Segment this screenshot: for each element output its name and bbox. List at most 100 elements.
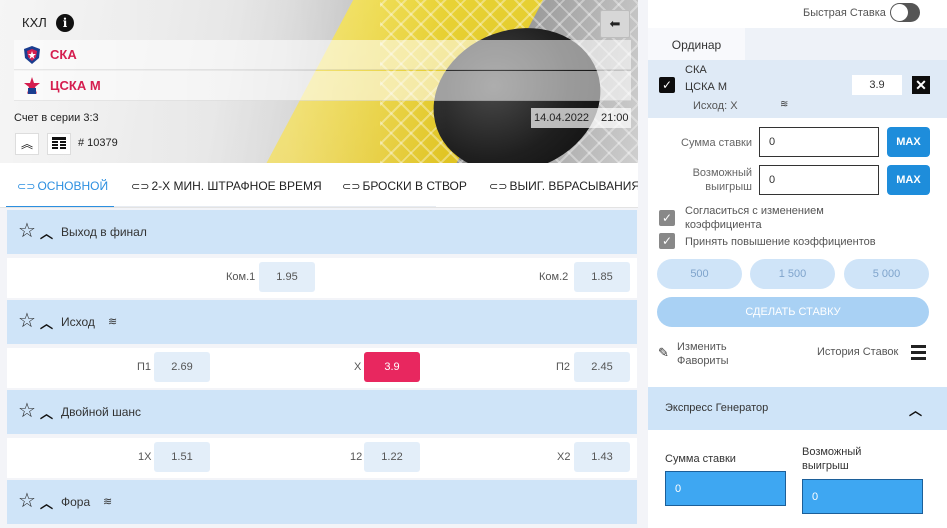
express-win-label: Возможный выигрыш xyxy=(802,446,862,472)
odd-label: Ком.2 xyxy=(539,271,569,283)
quick-bet-toggle[interactable] xyxy=(890,3,920,22)
link-icon: ⊂⊃ xyxy=(17,180,36,193)
stake-chip[interactable]: 1 500 xyxy=(750,259,835,289)
chevron-up-icon[interactable]: ︿ xyxy=(40,403,53,422)
slip-tabs: Ординар xyxy=(648,28,947,60)
max-stake-button[interactable]: MAX xyxy=(887,127,930,157)
quick-bet-label: Быстрая Ставка xyxy=(803,7,886,19)
stats-button[interactable] xyxy=(47,133,71,155)
odd-button[interactable]: 1.95 xyxy=(259,262,315,292)
bet-history-link[interactable]: История Ставок xyxy=(817,346,898,358)
stake-chip[interactable]: 5 000 xyxy=(844,259,929,289)
series-score: Счет в серии 3:3 xyxy=(14,112,99,124)
cska-logo-icon xyxy=(24,77,40,94)
accept-increase-label: Принять повышение коэффициентов xyxy=(685,236,876,248)
star-icon[interactable]: ☆ xyxy=(18,310,36,332)
odd-button[interactable]: 2.69 xyxy=(154,352,210,382)
double-chevron-up-icon: ︽ xyxy=(20,137,33,151)
tabs-scrollbar[interactable] xyxy=(6,206,436,207)
stake-label: Сумма ставки xyxy=(681,137,752,149)
market-tabs: ⊂⊃ ОСНОВНОЙ ⊂⊃ 2-Х МИН. ШТРАФНОЕ ВРЕМЯ ⊂⊃ Б… xyxy=(0,163,638,208)
market-title: Фора xyxy=(61,495,91,509)
remove-bet-button[interactable]: ✕ xyxy=(912,76,930,94)
place-bet-button[interactable]: СДЕЛАТЬ СТАВКУ xyxy=(657,297,929,327)
market-title: Выход в финал xyxy=(61,225,147,239)
toggle-knob xyxy=(891,4,908,21)
edit-favorites-link[interactable]: Изменить Фавориты xyxy=(677,340,729,368)
express-generator-header[interactable]: Экспресс Генератор ︿ xyxy=(648,387,947,430)
market-odds: П1 2.69 Х 3.9 П2 2.45 xyxy=(7,348,637,388)
agree-change-checkbox[interactable]: ✓ xyxy=(659,210,675,226)
chevron-up-icon[interactable]: ︿ xyxy=(40,223,53,242)
tab-penalty-time[interactable]: ⊂⊃ 2-Х МИН. ШТРАФНОЕ ВРЕМЯ xyxy=(131,179,322,193)
accept-increase-checkbox[interactable]: ✓ xyxy=(659,233,675,249)
tab-single[interactable]: Ординар xyxy=(648,28,745,60)
info-icon[interactable]: i xyxy=(56,14,74,32)
tab-main[interactable]: ⊂⊃ ОСНОВНОЙ xyxy=(17,179,108,193)
odd-button[interactable]: 1.22 xyxy=(364,442,420,472)
link-icon: ⊂⊃ xyxy=(342,180,361,193)
cashout-icon: ≋ xyxy=(108,316,118,328)
match-panel: КХЛ i ⬅ СКА ЦСКА М Счет в серии 3:3 14.0… xyxy=(0,0,638,528)
odd-button[interactable]: 1.85 xyxy=(574,262,630,292)
chevron-up-icon[interactable]: ︿ xyxy=(40,313,53,332)
max-win-button[interactable]: MAX xyxy=(887,165,930,195)
odd-button-selected[interactable]: 3.9 xyxy=(364,352,420,382)
odd-button[interactable]: 2.45 xyxy=(574,352,630,382)
arrow-left-icon: ⬅ xyxy=(609,16,621,31)
agree-change-label: Согласиться с изменением коэффициента xyxy=(685,205,824,231)
possible-win-input[interactable]: 0 xyxy=(759,165,879,195)
bet-item: ✓ СКА ЦСКА М Исход: Х ≋ 3.9 ✕ xyxy=(648,60,947,118)
collapse-button[interactable]: ︽ xyxy=(15,133,39,155)
odd-label: Х xyxy=(354,361,362,373)
bet-team-2: ЦСКА М xyxy=(685,81,728,93)
market-header[interactable]: ☆ ︿ Фора ≋ xyxy=(7,480,637,524)
market-outcome: ☆ ︿ Исход ≋ П1 2.69 Х 3.9 П2 2.45 xyxy=(7,300,637,388)
market-header[interactable]: ☆ ︿ Исход ≋ xyxy=(7,300,637,344)
odd-button[interactable]: 1.43 xyxy=(574,442,630,472)
bet-odd: 3.9 xyxy=(852,75,902,95)
match-time: 21:00 xyxy=(601,112,629,124)
team-1-name: СКА xyxy=(50,47,77,62)
bet-slip-panel: Быстрая Ставка Ординар ✓ СКА ЦСКА М Исхо… xyxy=(648,0,947,528)
odd-label: П2 xyxy=(556,361,571,373)
stake-chip[interactable]: 500 xyxy=(657,259,742,289)
star-icon[interactable]: ☆ xyxy=(18,220,36,242)
odd-label: 12 xyxy=(350,451,363,463)
odd-label: П1 xyxy=(137,361,152,373)
market-title: Исход xyxy=(61,315,95,329)
tab-faceoffs[interactable]: ⊂⊃ ВЫИГ. ВБРАСЫВАНИЯ xyxy=(489,179,638,193)
possible-win-label: Возможный выигрыш xyxy=(692,167,752,193)
ska-logo-icon xyxy=(24,46,40,64)
active-tab-indicator xyxy=(6,206,114,207)
stake-input[interactable]: 0 xyxy=(759,127,879,157)
bet-team-1: СКА xyxy=(685,64,707,76)
odd-label: 1Х xyxy=(138,451,152,463)
express-title: Экспресс Генератор xyxy=(665,402,769,414)
menu-icon[interactable] xyxy=(911,345,926,360)
odd-button[interactable]: 1.51 xyxy=(154,442,210,472)
market-header[interactable]: ☆ ︿ Двойной шанс xyxy=(7,390,637,434)
express-win-input[interactable]: 0 xyxy=(802,479,923,514)
pencil-icon[interactable]: ✎ xyxy=(658,345,669,361)
chevron-up-icon[interactable]: ︿ xyxy=(909,400,922,419)
market-header[interactable]: ☆ ︿ Выход в финал xyxy=(7,210,637,254)
tab-shots-on-goal[interactable]: ⊂⊃ БРОСКИ В СТВОР xyxy=(342,179,467,193)
market-title: Двойной шанс xyxy=(61,405,142,419)
market-odds: Ком.1 1.95 Ком.2 1.85 xyxy=(7,258,637,298)
team-row-1: СКА xyxy=(14,40,631,70)
match-date: 14.04.2022 xyxy=(534,112,590,124)
bet-checkbox[interactable]: ✓ xyxy=(659,77,675,93)
market-final: ☆ ︿ Выход в финал Ком.1 1.95 Ком.2 1.85 xyxy=(7,210,637,298)
market-double-chance: ☆ ︿ Двойной шанс 1Х 1.51 12 1.22 Х2 1.43 xyxy=(7,390,637,478)
app-root: КХЛ i ⬅ СКА ЦСКА М Счет в серии 3:3 14.0… xyxy=(0,0,947,528)
star-icon[interactable]: ☆ xyxy=(18,400,36,422)
match-datetime: 14.04.2022 21:00 xyxy=(531,108,631,128)
express-stake-input[interactable]: 0 xyxy=(665,471,786,506)
back-button[interactable]: ⬅ xyxy=(600,10,630,38)
close-icon: ✕ xyxy=(915,77,927,93)
chevron-up-icon[interactable]: ︿ xyxy=(40,493,53,512)
odd-label: Ком.1 xyxy=(226,271,256,283)
star-icon[interactable]: ☆ xyxy=(18,490,36,512)
express-stake-label: Сумма ставки xyxy=(665,453,736,465)
